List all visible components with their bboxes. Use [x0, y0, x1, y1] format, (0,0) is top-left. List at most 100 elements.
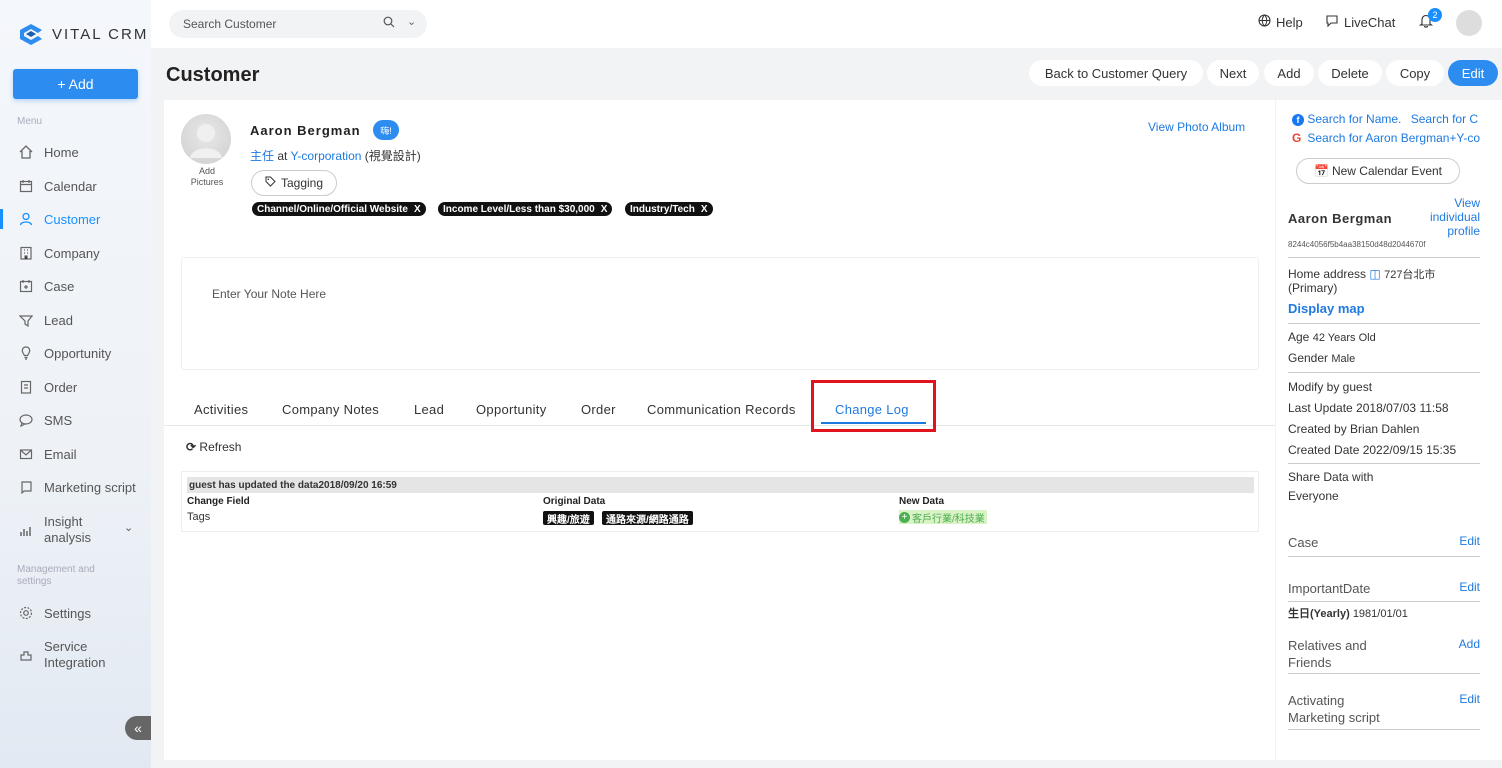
map-icon[interactable]: ◫ — [1369, 267, 1380, 281]
divider — [1288, 463, 1480, 464]
tab-activities[interactable]: Activities — [194, 402, 248, 417]
at-text: at — [277, 149, 288, 163]
birthday-label: 生日(Yearly) — [1288, 608, 1350, 620]
sidebar-item-home[interactable]: Home — [0, 138, 151, 166]
sidebar-item-insight-analysis[interactable]: Insight analysis ⌄ — [0, 513, 151, 547]
sidebar-item-label: Service Integration — [44, 639, 106, 670]
important-date-edit-link[interactable]: Edit — [1450, 580, 1480, 594]
divider — [1288, 729, 1480, 730]
tab-opportunity[interactable]: Opportunity — [476, 402, 547, 417]
profile-avatar[interactable] — [181, 114, 231, 164]
home-address-value: 727台北市 — [1384, 269, 1436, 281]
tag-remove-button[interactable]: X — [414, 204, 421, 215]
tag-remove-button[interactable]: X — [601, 204, 608, 215]
add-record-button[interactable]: Add — [1264, 60, 1314, 86]
sidebar-item-case[interactable]: Case — [0, 272, 151, 300]
primary-label: (Primary) — [1288, 281, 1338, 295]
sidebar-item-order[interactable]: Order — [0, 373, 151, 401]
search-for-link[interactable]: Search for C — [1411, 112, 1478, 126]
sidebar-item-customer[interactable]: Customer — [0, 205, 151, 233]
tagging-label: Tagging — [280, 176, 324, 190]
tab-lead[interactable]: Lead — [414, 402, 444, 417]
refresh-button[interactable]: ⟳ Refresh — [186, 440, 241, 454]
tag-remove-button[interactable]: X — [701, 204, 708, 215]
divider — [1288, 601, 1480, 602]
sidebar-item-label: Home — [44, 144, 79, 160]
search-icon[interactable] — [383, 16, 395, 31]
google-search-link[interactable]: Search for Aaron Bergman+Y-co — [1307, 131, 1480, 145]
company-link[interactable]: Y-corporation — [291, 149, 362, 163]
add-button[interactable]: + Add — [13, 69, 138, 99]
sidebar-item-email[interactable]: Email — [0, 440, 151, 468]
plus-circle-icon: + — [899, 511, 910, 523]
gear-icon — [18, 605, 34, 621]
lead-icon — [18, 312, 34, 328]
new-calendar-event-button[interactable]: 📅 New Calendar Event — [1296, 158, 1460, 184]
collapse-sidebar-button[interactable]: « — [125, 716, 151, 740]
sidebar-item-sms[interactable]: SMS — [0, 406, 151, 434]
case-label: Case — [1288, 535, 1319, 550]
brand-name: VITAL CRM — [52, 25, 149, 43]
activating-script-edit-link[interactable]: Edit — [1450, 692, 1480, 706]
tab-company-notes[interactable]: Company Notes — [282, 402, 379, 417]
role-text[interactable]: 主任 — [250, 149, 274, 163]
tab-order[interactable]: Order — [581, 402, 616, 417]
modify-by: Modify by guest — [1288, 380, 1373, 394]
back-to-customer-query-button[interactable]: Back to Customer Query — [1029, 60, 1203, 86]
tabs-divider — [164, 425, 1275, 426]
sidebar-item-label: Marketing script — [44, 479, 136, 495]
info-customer-name: Aaron Bergman — [1288, 211, 1393, 226]
view-individual-profile-link[interactable]: View individual profile — [1420, 196, 1480, 238]
view-photo-album-link[interactable]: View Photo Album — [1148, 120, 1245, 134]
home-address-label: Home address — [1288, 267, 1367, 281]
tagging-button[interactable]: Tagging — [251, 170, 337, 196]
chevron-down-icon[interactable]: ⌄ — [407, 15, 416, 28]
sidebar-item-label: Case — [44, 278, 75, 294]
avatar[interactable] — [1456, 10, 1482, 36]
display-map-link[interactable]: Display map — [1288, 301, 1365, 316]
sidebar-item-service-integration[interactable]: Service Integration — [0, 638, 151, 672]
original-tag-chip: 通路來源/網路通路 — [602, 511, 693, 526]
note-textarea[interactable] — [181, 257, 1259, 370]
copy-button[interactable]: Copy — [1386, 60, 1444, 86]
chevron-down-icon[interactable]: ⌄ — [124, 521, 133, 534]
search-name-link[interactable]: Search for Name. — [1307, 112, 1401, 126]
change-log-entry-header: guest has updated the data2018/09/20 16:… — [187, 477, 1254, 493]
customer-name: Aaron Bergman — [250, 123, 361, 138]
building-icon — [18, 245, 34, 261]
sidebar-item-opportunity[interactable]: Opportunity — [0, 339, 151, 367]
refresh-icon: ⟳ — [186, 440, 197, 454]
livechat-link[interactable]: LiveChat — [1325, 14, 1395, 30]
share-value: Everyone — [1288, 489, 1339, 503]
sidebar-item-label: Company — [44, 245, 100, 261]
edit-button[interactable]: Edit — [1448, 60, 1498, 86]
birthday-value: 1981/01/01 — [1352, 608, 1408, 620]
sidebar-item-company[interactable]: Company — [0, 239, 151, 267]
next-button[interactable]: Next — [1207, 60, 1259, 86]
search-input[interactable]: Search Customer ⌄ — [169, 10, 427, 38]
customer-detail-panel — [164, 100, 1275, 760]
help-link[interactable]: Help — [1258, 14, 1303, 30]
tag-icon — [265, 176, 276, 190]
case-icon — [18, 278, 34, 294]
highlight-box — [811, 380, 936, 432]
age-value: 42 Years Old — [1312, 332, 1376, 344]
sidebar-item-lead[interactable]: Lead — [0, 306, 151, 334]
tag-chip: Industry/Tech X — [625, 202, 713, 216]
calendar-event-label: New Calendar Event — [1331, 164, 1442, 178]
new-tag-label: 客戶行業/科技業 — [912, 513, 985, 525]
brand-logo[interactable]: VITAL CRM — [18, 22, 148, 46]
calendar-icon: 📅 — [1313, 164, 1329, 178]
delete-button[interactable]: Delete — [1318, 60, 1382, 86]
divider — [1288, 323, 1480, 324]
case-edit-link[interactable]: Edit — [1450, 534, 1480, 548]
sidebar-item-label: Calendar — [44, 178, 97, 194]
sidebar-item-settings[interactable]: Settings — [0, 599, 151, 627]
tab-communication-records[interactable]: Communication Records — [647, 402, 796, 417]
relatives-add-link[interactable]: Add — [1450, 637, 1480, 651]
add-pictures-link[interactable]: Add Pictures — [184, 166, 230, 188]
sidebar-item-calendar[interactable]: Calendar — [0, 172, 151, 200]
age-row: Age 42 Years Old — [1288, 330, 1376, 344]
sidebar-item-marketing-script[interactable]: Marketing script — [0, 473, 151, 501]
greeting-badge[interactable]: 嗨! — [373, 120, 399, 140]
